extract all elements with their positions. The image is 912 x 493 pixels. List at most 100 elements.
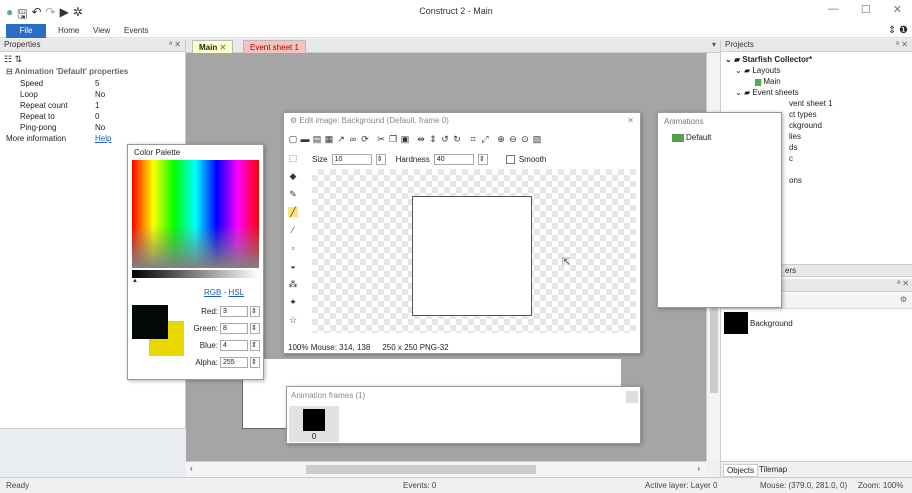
chevron-down-icon[interactable]: ▾ [712, 40, 716, 49]
scroll-thumb[interactable] [306, 465, 536, 474]
prop-value[interactable]: No [95, 89, 185, 100]
zoom-reset-icon[interactable]: ⊙ [520, 134, 530, 144]
scroll-right-icon[interactable]: › [697, 464, 700, 473]
image-points-icon[interactable]: ▨ [532, 134, 542, 144]
animation-frames-title: Animation frames (1) [291, 391, 366, 400]
sort-icons[interactable]: ☷ ⇅ [0, 52, 185, 66]
cut-icon[interactable]: ✂ [376, 134, 386, 144]
save-as-icon[interactable]: ▦ [324, 134, 334, 144]
tab-objects[interactable]: Objects [723, 464, 759, 477]
prop-value[interactable]: No [95, 122, 185, 133]
tree-event-sheets[interactable]: ⌄ ▰ Event sheets [725, 87, 912, 98]
tab-main[interactable]: Main ✕ [192, 40, 234, 53]
alpha-stepper[interactable]: ⇕ [250, 357, 260, 368]
prop-row-repeat-count[interactable]: Repeat count 1 [0, 100, 185, 111]
scroll-left-icon[interactable]: ‹ [190, 464, 193, 473]
refresh-icon[interactable]: ⟳ [360, 134, 370, 144]
animation-item-default[interactable]: Default [672, 133, 711, 142]
size-input[interactable]: 10 [331, 154, 372, 165]
ribbon-options-icon[interactable]: ⇕ ❶ [888, 25, 908, 36]
resize-icon[interactable]: ⤢ [480, 134, 490, 144]
help-link[interactable]: Help [95, 133, 185, 144]
prop-row-speed[interactable]: Speed 5 [0, 78, 185, 89]
rotate-ccw-icon[interactable]: ↺ [440, 134, 450, 144]
tree-project[interactable]: ⌄ ▰ Starfish Collector* [725, 54, 912, 65]
link-icon[interactable]: ∞ [348, 134, 358, 144]
image-statusbar: 100% Mouse: 314, 138 250 x 250 PNG-32 [288, 343, 449, 352]
select-tool-icon[interactable]: ⬚ [288, 153, 298, 163]
primary-color-swatch[interactable] [132, 305, 168, 339]
green-input[interactable]: 8 [220, 323, 248, 334]
color-spectrum[interactable] [132, 160, 259, 268]
red-input[interactable]: 3 [220, 306, 248, 317]
color-picker-icon[interactable]: ⁂ [288, 279, 298, 289]
object-item-background[interactable]: Background [724, 312, 793, 334]
export-icon[interactable]: ↗ [336, 134, 346, 144]
green-stepper[interactable]: ⇕ [250, 323, 260, 334]
save-icon[interactable]: ▤ [312, 134, 322, 144]
tab-tilemap[interactable]: Tilemap [759, 465, 787, 474]
prop-value[interactable]: 5 [95, 78, 185, 89]
size-stepper[interactable]: ⇕ [375, 154, 386, 165]
rectangle-tool-icon[interactable]: ▫ [288, 243, 298, 253]
prop-row-ping-pong[interactable]: Ping-pong No [0, 122, 185, 133]
tab-view[interactable]: View [93, 24, 110, 38]
status-ready: Ready [6, 481, 30, 490]
close-icon[interactable]: ª ✕ [897, 279, 909, 288]
frames-scroll[interactable] [626, 391, 638, 403]
flip-horizontal-icon[interactable]: ⇹ [416, 134, 426, 144]
copy-icon[interactable]: ❐ [388, 134, 398, 144]
hardness-input[interactable]: 40 [433, 154, 474, 165]
document-tabbar: Main ✕ Event sheet 1 ▾ [186, 39, 720, 53]
prop-value[interactable]: 1 [95, 100, 185, 111]
tab-event-sheet[interactable]: Event sheet 1 [243, 40, 306, 53]
frame-item-0[interactable]: 0 [289, 406, 339, 442]
tab-home[interactable]: Home [58, 24, 79, 38]
minimize-icon[interactable]: — [828, 3, 839, 16]
rotate-cw-icon[interactable]: ↻ [452, 134, 462, 144]
close-icon[interactable]: ✕ [893, 3, 902, 16]
collision-polygon-icon[interactable]: ☆ [288, 315, 298, 325]
smooth-checkbox[interactable] [505, 155, 515, 164]
paste-icon[interactable]: ▣ [400, 134, 410, 144]
close-icon[interactable]: ✕ [627, 113, 634, 128]
tree-layout-main[interactable]: ▆ Main [725, 76, 912, 87]
close-icon[interactable]: ª ✕ [169, 39, 181, 51]
close-icon[interactable]: ª ✕ [896, 39, 908, 51]
tree-event-sheet-1[interactable]: vent sheet 1 [725, 98, 912, 109]
alpha-input[interactable]: 255 [220, 357, 248, 368]
brightness-marker-icon[interactable]: ▲ [132, 278, 138, 284]
blue-input[interactable]: 4 [220, 340, 248, 351]
origin-point-icon[interactable]: ✦ [288, 297, 298, 307]
horizontal-scrollbar[interactable]: ‹ › [186, 461, 706, 477]
tree-layouts[interactable]: ⌄ ▰ Layouts [725, 65, 912, 76]
zoom-in-icon[interactable]: ⊕ [496, 134, 506, 144]
prop-value[interactable]: 0 [95, 111, 185, 122]
line-tool-icon[interactable]: ⁄ [288, 225, 298, 235]
zoom-out-icon[interactable]: ⊖ [508, 134, 518, 144]
red-stepper[interactable]: ⇕ [250, 306, 260, 317]
tab-file[interactable]: File [6, 24, 46, 38]
close-icon[interactable]: ✕ [219, 43, 226, 52]
pencil-tool-icon[interactable]: ✎ [288, 189, 298, 199]
image-frame[interactable] [412, 196, 532, 316]
brightness-bar[interactable] [132, 270, 259, 278]
tab-events[interactable]: Events [124, 24, 148, 38]
color-palette-dialog: Color Palette ▲ RGB - HSL Red: 3 ⇕ Green: 8… [127, 144, 264, 380]
open-icon[interactable]: ▬ [300, 134, 310, 144]
mode-hsl-link[interactable]: HSL [228, 288, 244, 297]
image-canvas[interactable]: ⇱ [312, 169, 636, 333]
new-icon[interactable]: ▢ [288, 134, 298, 144]
maximize-icon[interactable]: ☐ [861, 3, 871, 16]
gear-icon[interactable]: ⚙ [900, 295, 907, 304]
brush-tool-icon[interactable]: ╱ [288, 207, 298, 217]
eraser-tool-icon[interactable]: ◆ [288, 171, 298, 181]
blue-stepper[interactable]: ⇕ [250, 340, 260, 351]
hardness-stepper[interactable]: ⇕ [477, 154, 488, 165]
mode-rgb-link[interactable]: RGB [204, 288, 221, 297]
crop-icon[interactable]: ⌗ [468, 134, 478, 144]
prop-row-loop[interactable]: Loop No [0, 89, 185, 100]
fill-tool-icon[interactable]: ◒ [288, 261, 298, 271]
flip-vertical-icon[interactable]: ⇕ [428, 134, 438, 144]
prop-row-repeat-to[interactable]: Repeat to 0 [0, 111, 185, 122]
